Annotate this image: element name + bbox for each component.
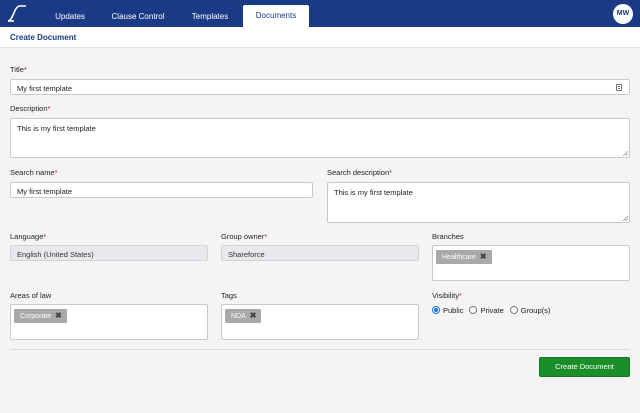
radio-groups[interactable] <box>509 306 518 314</box>
search-name-label: Search name* <box>10 168 58 177</box>
search-description-value: This is my first template <box>334 188 413 197</box>
nav-tab-documents[interactable]: Documents <box>243 5 309 27</box>
radio-private[interactable] <box>469 306 478 314</box>
remove-chip-icon[interactable]: ✖ <box>480 252 487 261</box>
group-owner-select: Shareforce <box>221 245 419 261</box>
language-value: English (United States) <box>17 250 94 259</box>
description-label: Description* <box>10 104 51 113</box>
chip-nda: NDA ✖ <box>225 309 262 323</box>
group-owner-value: Shareforce <box>228 250 265 259</box>
search-description-label: Search description* <box>327 168 393 177</box>
title-label: Title* <box>10 65 27 74</box>
page-title: Create Document <box>10 33 77 42</box>
title-input[interactable]: My first template <box>10 79 630 95</box>
divider <box>10 349 630 350</box>
visibility-label: Visibility* <box>432 291 462 300</box>
nav-tab-clause-control[interactable]: Clause Control <box>102 6 174 27</box>
radio-groups-label[interactable]: Group(s) <box>521 306 551 315</box>
radio-public-label[interactable]: Public <box>443 306 463 315</box>
resize-handle-icon[interactable] <box>623 216 628 221</box>
remove-chip-icon[interactable]: ✖ <box>55 311 62 320</box>
search-name-input[interactable]: My first template <box>10 182 313 198</box>
language-label: Language* <box>10 232 47 241</box>
branches-multiselect[interactable]: Healthcare ✖ <box>432 245 630 281</box>
description-value: This is my first template <box>17 124 96 133</box>
top-nav-bar: Updates Clause Control Templates Documen… <box>0 0 640 27</box>
nav-tab-templates[interactable]: Templates <box>180 6 240 27</box>
description-textarea[interactable]: This is my first template <box>10 118 630 158</box>
tags-multiselect[interactable]: NDA ✖ <box>221 304 419 340</box>
chip-healthcare: Healthcare ✖ <box>436 250 492 264</box>
remove-chip-icon[interactable]: ✖ <box>250 311 257 320</box>
resize-handle-icon[interactable] <box>623 151 628 156</box>
avatar[interactable]: MW <box>613 4 633 24</box>
tags-label: Tags <box>221 291 237 300</box>
nav-tab-updates[interactable]: Updates <box>42 6 98 27</box>
group-owner-label: Group owner* <box>221 232 268 241</box>
search-name-value: My first template <box>17 187 73 196</box>
language-select: English (United States) <box>10 245 208 261</box>
title-input-value: My first template <box>17 84 73 93</box>
logo-icon[interactable] <box>0 0 35 27</box>
page-header: Create Document <box>0 27 640 48</box>
chip-corporate: Corporate ✖ <box>14 309 67 323</box>
search-description-textarea[interactable]: This is my first template <box>327 182 630 223</box>
branches-label: Branches <box>432 232 464 241</box>
radio-public[interactable] <box>432 306 440 314</box>
radio-private-label[interactable]: Private <box>480 306 503 315</box>
areas-of-law-multiselect[interactable]: Corporate ✖ <box>10 304 208 340</box>
visibility-radio-group: Public Private Group(s) <box>432 305 556 315</box>
areas-of-law-label: Areas of law <box>10 291 52 300</box>
create-document-button[interactable]: Create Document <box>539 357 630 377</box>
document-icon[interactable] <box>616 84 622 91</box>
